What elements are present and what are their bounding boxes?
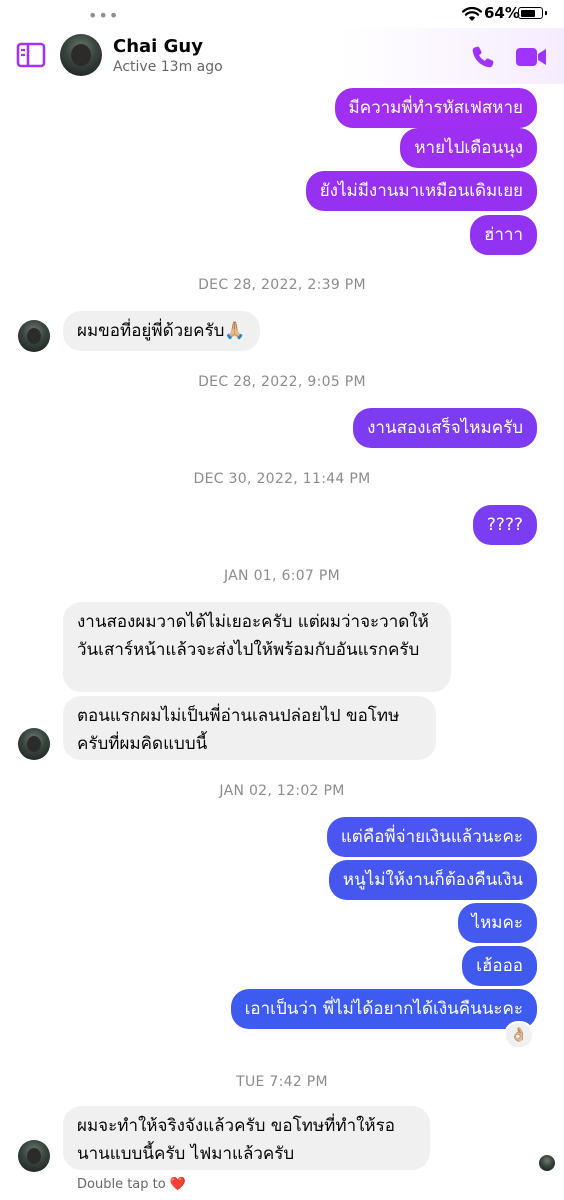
sidebar-toggle-icon[interactable] xyxy=(16,42,46,68)
incoming-message[interactable]: ผมขอที่อยู่พี่ด้วยครับ🙏🏼 xyxy=(63,311,260,351)
outgoing-message[interactable]: เฮ้อออ xyxy=(462,946,537,986)
outgoing-message[interactable]: งานสองเสร็จไหมครับ xyxy=(353,408,537,448)
battery-icon xyxy=(518,7,547,19)
incoming-message[interactable]: ผมจะทำให้จริงจังแล้วครับ ขอโทษที่ทำให้รอ… xyxy=(63,1106,430,1170)
wifi-icon xyxy=(462,6,482,21)
outgoing-message[interactable]: แต่คือพี่จ่ายเงินแล้วนะคะ xyxy=(326,817,537,857)
message-reaction[interactable]: 👌🏼 xyxy=(504,1021,534,1049)
timestamp: JAN 02, 12:02 PM xyxy=(219,783,345,799)
outgoing-message[interactable]: หนูไม่ให้งานก็ต้องคืนเงิน xyxy=(328,860,537,900)
battery-percentage: 64% xyxy=(484,4,520,22)
outgoing-message[interactable]: หายไปเดือนนุง xyxy=(400,128,537,168)
outgoing-message[interactable]: ฮ่าาา xyxy=(469,215,537,255)
incoming-message[interactable]: ตอนแรกผมไม่เป็นพี่อ่านเลนปล่อยไป ขอโทษคร… xyxy=(63,696,436,760)
outgoing-message[interactable]: เอาเป็นว่า พี่ไม่ได้อยากได้เงินคืนนะคะ xyxy=(230,989,537,1029)
timestamp: DEC 28, 2022, 9:05 PM xyxy=(198,374,366,390)
timestamp: DEC 28, 2022, 2:39 PM xyxy=(198,277,366,293)
read-receipt-avatar xyxy=(539,1155,555,1171)
outgoing-message[interactable]: ยังไม่มีงานมาเหมือนเดิมเยย xyxy=(305,171,537,211)
outgoing-message[interactable]: ไหมคะ xyxy=(457,903,537,943)
contact-name[interactable]: Chai Guy xyxy=(113,36,203,57)
chat-header: Chai Guy Active 13m ago xyxy=(0,28,564,84)
contact-avatar[interactable] xyxy=(60,34,102,76)
outgoing-message[interactable]: มีความพี่ทำรหัสเฟสหาย xyxy=(334,88,537,128)
incoming-message[interactable]: งานสองผมวาดได้ไม่เยอะครับ แต่ผมว่าจะวาดใ… xyxy=(63,602,451,692)
phone-icon[interactable] xyxy=(470,44,496,70)
double-tap-hint: Double tap to ❤️ xyxy=(77,1177,187,1192)
timestamp: JAN 01, 6:07 PM xyxy=(223,568,340,584)
timestamp: DEC 30, 2022, 11:44 PM xyxy=(193,471,371,487)
avatar[interactable] xyxy=(18,1140,50,1172)
message-thread[interactable]: มีความพี่ทำรหัสเฟสหาย หายไปเดือนนุง ยังไ… xyxy=(0,84,564,1200)
outgoing-message[interactable]: ???? xyxy=(472,505,537,545)
multitask-dots[interactable]: ••• xyxy=(88,6,119,25)
status-bar: ••• 64% xyxy=(0,0,564,30)
avatar[interactable] xyxy=(18,320,50,352)
video-call-icon[interactable] xyxy=(514,44,548,70)
timestamp: TUE 7:42 PM xyxy=(236,1074,328,1090)
avatar[interactable] xyxy=(18,728,50,760)
contact-active-status: Active 13m ago xyxy=(113,59,223,75)
